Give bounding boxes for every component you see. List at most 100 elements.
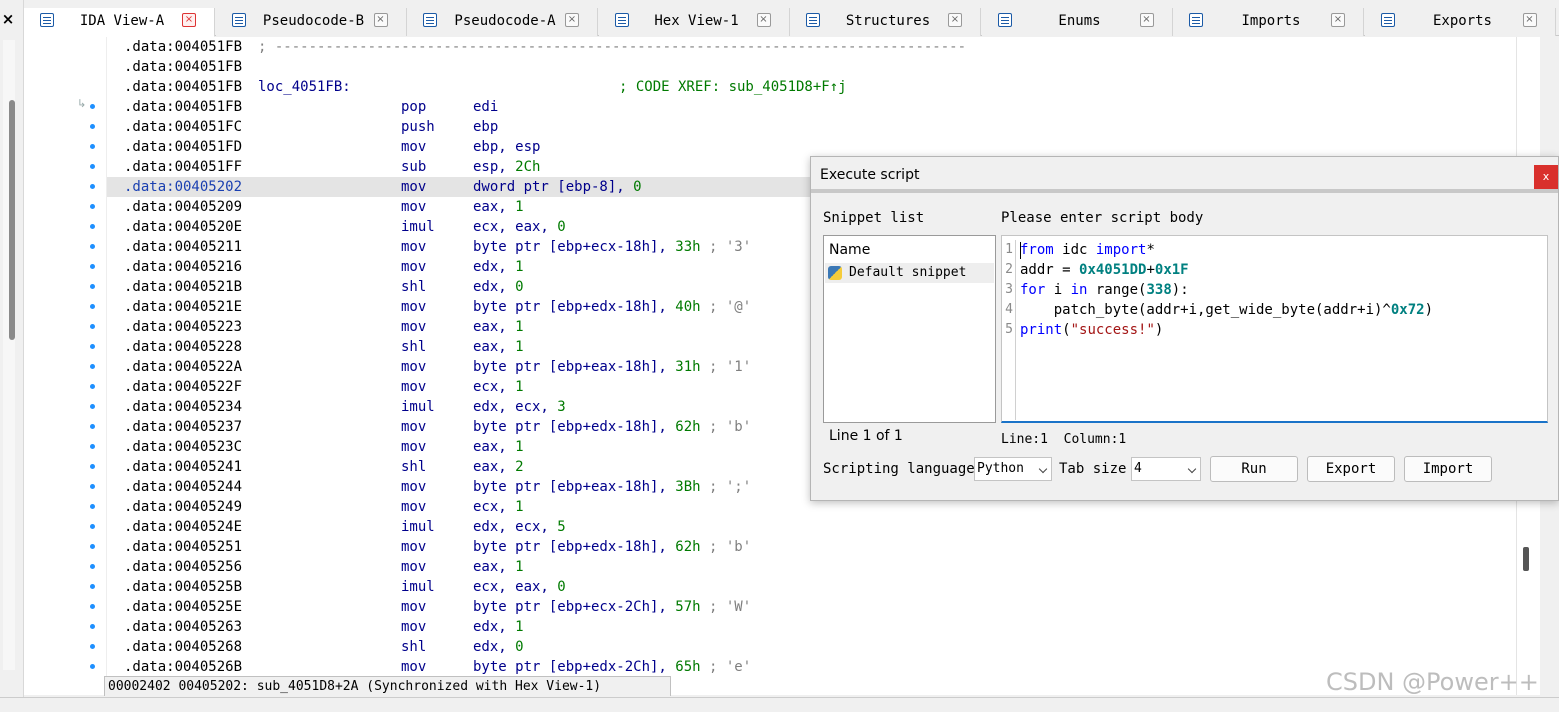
operands: byte ptr [ebp+edx-2Ch], 65h ; 'e' <box>473 657 751 677</box>
immediate-value: 62h <box>675 539 701 555</box>
immediate-value: 1 <box>515 379 524 395</box>
mnemonic: mov <box>401 139 427 155</box>
tab-pseudocode-b[interactable]: Pseudocode-B × <box>215 8 407 36</box>
run-button[interactable]: Run <box>1210 456 1298 482</box>
dialog-close-button[interactable]: x <box>1534 165 1558 189</box>
scripting-language-value: Python <box>977 461 1024 476</box>
xref-comment[interactable]: ; CODE XREF: sub_4051D8+F↑j <box>619 77 847 97</box>
snippet-item[interactable]: Default snippet <box>825 263 994 283</box>
tab-label: Enums <box>1058 13 1101 29</box>
tab-structures[interactable]: Structures × <box>790 8 981 36</box>
dialog-titlebar[interactable]: Execute script x <box>811 157 1558 193</box>
mnemonic: mov <box>401 179 427 195</box>
mnemonic: mov <box>401 559 427 575</box>
address: .data:0040525B <box>124 579 243 595</box>
tab-ida-view-a[interactable]: IDA View-A × <box>24 8 215 37</box>
disasm-line[interactable]: .data:004051FD mov ebp, esp <box>107 137 1540 157</box>
gutter-dot-icon <box>90 284 95 289</box>
operand-text: eax, <box>473 339 516 355</box>
left-scrollbar-thumb[interactable] <box>9 100 15 340</box>
gutter-dot-icon <box>90 144 95 149</box>
snippet-count: Line 1 of 1 <box>829 428 903 444</box>
tab-close-icon[interactable]: × <box>1139 13 1154 27</box>
disasm-line[interactable]: .data:00405251 mov byte ptr [ebp+edx-18h],… <box>107 537 1540 557</box>
panel-close-icon[interactable]: × <box>0 10 16 28</box>
disasm-line[interactable]: .data:00405256 mov eax, 1 <box>107 557 1540 577</box>
mnemonic: mov <box>401 599 427 615</box>
code-line[interactable]: for i in range(338): <box>1020 280 1540 300</box>
disasm-line[interactable]: .data:004051FB <box>107 57 1540 77</box>
code-label[interactable]: loc_4051FB: <box>258 77 351 97</box>
tab-size-select[interactable]: 4 <box>1131 457 1201 481</box>
script-code[interactable]: from idc import* addr = 0x4051DD+0x1F for … <box>1020 240 1540 340</box>
scripting-language-select[interactable]: Python <box>974 457 1052 481</box>
tab-close-icon[interactable]: × <box>373 13 388 27</box>
tab-enums[interactable]: Enums × <box>981 8 1173 36</box>
immediate-value: 2 <box>515 459 524 475</box>
operands: ecx, 1 <box>473 497 524 517</box>
code-token: print <box>1020 322 1063 338</box>
operands: byte ptr [ebp+ecx-18h], 33h ; '3' <box>473 237 751 257</box>
operand-text: edx, <box>473 619 516 635</box>
immediate-value: 1 <box>515 339 524 355</box>
tab-pseudocode-a[interactable]: Pseudocode-A × <box>407 8 598 36</box>
tab-imports[interactable]: Imports × <box>1173 8 1364 36</box>
tab-hex-view-1[interactable]: Hex View-1 × <box>598 8 790 36</box>
snippet-list[interactable]: Name Default snippet <box>823 235 996 423</box>
address: .data:004051FB <box>124 99 243 115</box>
import-button[interactable]: Import <box>1404 456 1492 482</box>
export-button[interactable]: Export <box>1307 456 1395 482</box>
operand-text: ebp, esp <box>473 139 541 155</box>
right-scrollbar-thumb[interactable] <box>1523 547 1529 571</box>
script-editor[interactable]: 12345 from idc import* addr = 0x4051DD+0x… <box>1001 235 1548 423</box>
code-token: 0x4051DD <box>1079 262 1147 278</box>
tab-close-icon[interactable]: × <box>565 13 579 27</box>
immediate-value: 33h <box>675 239 701 255</box>
tab-close-icon[interactable]: × <box>182 13 196 27</box>
code-token: for <box>1020 282 1046 298</box>
disasm-line[interactable]: .data:00405268 shl edx, 0 <box>107 637 1540 657</box>
code-token: ): <box>1171 282 1189 298</box>
address: .data:00405234 <box>124 399 243 415</box>
code-line[interactable]: print("success!") <box>1020 320 1540 340</box>
tab-close-icon[interactable]: × <box>1522 13 1537 27</box>
operands: byte ptr [ebp+edx-18h], 62h ; 'b' <box>473 537 751 557</box>
disasm-line[interactable]: .data:004051FB ; ------------------------… <box>107 37 1540 57</box>
immediate-value: 3Bh <box>675 479 701 495</box>
tab-close-icon[interactable]: × <box>756 13 771 27</box>
code-token: range( <box>1087 282 1147 298</box>
tab-close-icon[interactable]: × <box>1331 13 1345 27</box>
code-token: 338 <box>1146 282 1172 298</box>
disasm-line[interactable]: .data:004051FB loc_4051FB: ; CODE XREF: su… <box>107 77 1540 97</box>
line-number: 1 <box>1005 242 1013 257</box>
char-comment: ; ';' <box>700 479 752 495</box>
code-token: ) <box>1424 302 1434 318</box>
char-comment: ; '@' <box>700 299 752 315</box>
operand-text: ecx, eax, <box>473 579 558 595</box>
immediate-value: 1 <box>515 499 524 515</box>
disasm-line[interactable]: .data:004051FC push ebp <box>107 117 1540 137</box>
immediate-value: 1 <box>515 319 524 335</box>
mnemonic: shl <box>401 639 427 655</box>
code-line[interactable]: patch_byte(addr+i,get_wide_byte(addr+i)^… <box>1020 300 1540 320</box>
code-line[interactable]: addr = 0x4051DD+0x1F <box>1020 260 1540 280</box>
snippet-list-header[interactable]: Name <box>829 242 870 258</box>
code-token: import <box>1095 242 1147 258</box>
gutter-dot-icon <box>90 164 95 169</box>
tab-label: IDA View-A <box>79 13 165 29</box>
disasm-line[interactable]: .data:004051FB pop edi <box>107 97 1540 117</box>
view-icon <box>1189 13 1203 27</box>
operands: edi <box>473 97 498 117</box>
disasm-line[interactable]: .data:0040525B imul ecx, eax, 0 <box>107 577 1540 597</box>
operand-text: edx, <box>473 259 516 275</box>
address: .data:00405237 <box>124 419 243 435</box>
operands: edx, ecx, 5 <box>473 517 566 537</box>
disasm-line[interactable]: .data:0040524E imul edx, ecx, 5 <box>107 517 1540 537</box>
disasm-line[interactable]: .data:00405263 mov edx, 1 <box>107 617 1540 637</box>
code-line[interactable]: from idc import* <box>1020 240 1540 260</box>
tab-exports[interactable]: Exports × <box>1364 8 1556 36</box>
left-scrollbar[interactable] <box>3 40 15 670</box>
tab-close-icon[interactable]: × <box>948 13 962 27</box>
view-icon <box>806 13 820 27</box>
disasm-line[interactable]: .data:0040525E mov byte ptr [ebp+ecx-2Ch],… <box>107 597 1540 617</box>
